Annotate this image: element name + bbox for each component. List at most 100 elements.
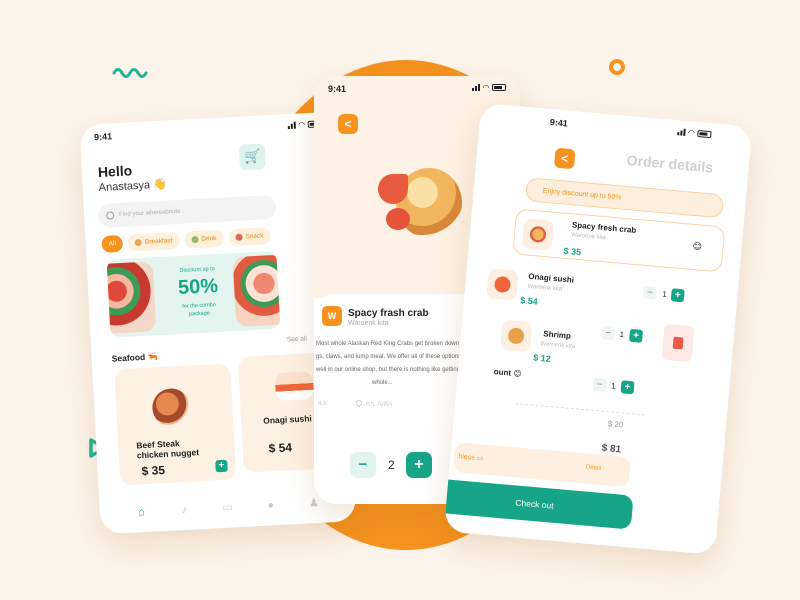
wifi-icon: ◠ (482, 83, 489, 92)
item-store: Waroenk kita (540, 341, 576, 351)
sushi-thumbnail (486, 268, 519, 301)
payment-detail-link[interactable]: Detail (586, 464, 602, 471)
smile-icon: 😊 (512, 368, 523, 379)
fried-shrimp-image (378, 164, 464, 244)
rating: 4.8 (318, 400, 328, 407)
quantity-value: 1 (661, 289, 668, 299)
food-price: $ 54 (268, 440, 293, 456)
item-price: $ 12 (532, 352, 552, 364)
status-time: 9:41 (93, 131, 113, 143)
seafood-platter-image-right (232, 254, 281, 328)
status-bar: 9:41 ◠ (314, 76, 520, 98)
wifi-icon: ◠ (298, 120, 305, 130)
battery-icon (492, 84, 506, 91)
banner-percent: 50% (177, 274, 219, 300)
item-name: Onagi sushi (527, 271, 575, 285)
payment-method-label: hless ▭ (458, 453, 484, 463)
search-input[interactable]: Find your whereabouts (97, 194, 277, 229)
wifi-icon: ◠ (687, 128, 695, 138)
cart-button[interactable]: 🛒 (238, 143, 267, 171)
item-name: Shrimp (542, 329, 572, 341)
food-card-beef-steak[interactable]: Beef Steak chicken nugget $ 35 + (114, 363, 237, 486)
quantity-value: 1 (619, 329, 625, 340)
promo-banner[interactable]: Discount up to 50% for the combo package (106, 250, 281, 338)
banner-subtext: for the combo package (182, 302, 217, 318)
quantity-value: 1 (610, 381, 616, 391)
page-title: Order details (626, 151, 714, 176)
item-store: Waroenk kita (527, 283, 563, 293)
status-bar: 9:41 ◠ (479, 103, 752, 149)
emoji-icon: 😊 (692, 240, 703, 252)
category-chip-drink[interactable]: Drink (183, 229, 224, 249)
user-name-line: Anastasya 👋 (98, 177, 167, 194)
category-chip-breakfast[interactable]: Breakfast (127, 231, 180, 252)
home-icon[interactable]: ⌂ (135, 506, 149, 518)
wallet-icon[interactable]: ▭ (221, 501, 235, 514)
subtotal-value: $ 20 (607, 419, 624, 430)
banner-line1: Discount up to (179, 266, 215, 274)
back-button[interactable]: < (338, 114, 358, 134)
status-time: 9:41 (549, 117, 569, 129)
section-title: Seafood 🦐 (111, 351, 159, 364)
user-name: Anastasya (98, 179, 151, 195)
quantity-plus-button[interactable]: + (629, 328, 644, 343)
checkout-button[interactable]: Check out (443, 478, 634, 530)
quantity-plus-button[interactable]: + (670, 288, 685, 303)
quantity-minus-button[interactable]: − (350, 452, 376, 478)
item-price: $ 35 (563, 245, 582, 258)
category-chip-all[interactable]: All (101, 234, 124, 253)
category-chip-snack[interactable]: Snack (227, 227, 271, 247)
shrimp-icon: 🦐 (147, 351, 159, 362)
wave-hand-icon: 👋 (152, 178, 168, 192)
card-icon: ▭ (476, 454, 484, 463)
seafood-platter-image (106, 261, 157, 335)
category-chips: All Breakfast Drink Snack (101, 227, 271, 253)
add-to-cart-button[interactable]: + (215, 459, 228, 473)
item-store: Waroenk kita (570, 232, 606, 242)
shrimp-thumbnail (499, 319, 533, 353)
quantity-plus-button[interactable]: + (406, 452, 432, 478)
status-bar: 9:41 ◠ (79, 112, 336, 147)
store-name: Waroenk kita (348, 320, 389, 327)
divider (515, 403, 645, 416)
breakfast-icon (134, 238, 143, 247)
discount-label: ount 😊 (493, 367, 523, 379)
crab-thumbnail (521, 218, 555, 251)
quantity-minus-button[interactable]: − (592, 377, 607, 392)
location-pin-icon (354, 398, 364, 408)
notification-icon[interactable]: ♪ (178, 503, 192, 516)
signal-icon (287, 121, 296, 130)
see-all-link[interactable]: See all (287, 335, 307, 343)
location: Kh. Arifin (354, 398, 392, 408)
trash-icon (672, 336, 684, 350)
ring-decoration (609, 59, 625, 75)
beef-steak-image (151, 387, 192, 428)
greeting: Hello (97, 162, 133, 181)
sushi-image (274, 371, 315, 402)
food-name: Onagi sushi (262, 413, 313, 426)
signal-icon (471, 84, 480, 91)
drink-icon (191, 235, 199, 244)
food-price: $ 35 (141, 462, 166, 479)
signal-icon (677, 128, 686, 136)
search-icon (106, 211, 115, 220)
food-name: Beef Steak chicken nugget (136, 438, 200, 461)
search-placeholder: Find your whereabouts (119, 208, 181, 219)
delete-item-button[interactable] (661, 323, 695, 363)
status-time: 9:41 (328, 84, 347, 94)
product-name: Spacy frash crab (348, 308, 429, 319)
item-price: $ 54 (519, 295, 539, 307)
snack-icon (235, 233, 243, 241)
quantity-minus-button[interactable]: − (642, 285, 657, 300)
quantity-value: 2 (388, 458, 395, 472)
order-details-phone: 9:41 ◠ < Order details Enjoy discount up… (443, 102, 753, 556)
quantity-minus-button[interactable]: − (601, 326, 616, 341)
squiggle-decoration-top (112, 68, 148, 78)
back-button[interactable]: < (553, 147, 576, 170)
store-badge: W (322, 306, 342, 326)
order-item-highlighted[interactable]: Spacy fresh crab Waroenk kita $ 35 😊 (512, 208, 726, 273)
quantity-plus-button[interactable]: + (620, 380, 635, 395)
total-value: $ 81 (601, 442, 622, 456)
chat-icon[interactable]: ● (264, 499, 278, 512)
battery-icon (697, 129, 712, 139)
